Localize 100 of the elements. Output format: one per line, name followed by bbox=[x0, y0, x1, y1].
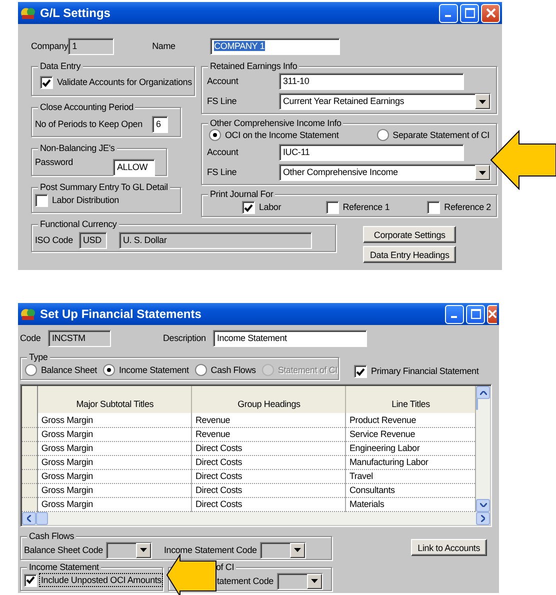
radio-label: Income Statement bbox=[118, 364, 189, 376]
scroll-up-button[interactable] bbox=[476, 386, 490, 399]
window-title: Set Up Financial Statements bbox=[40, 306, 202, 322]
input-field[interactable]: Income Statement bbox=[213, 330, 367, 346]
checkbox[interactable] bbox=[427, 201, 440, 214]
checkbox[interactable] bbox=[354, 365, 367, 378]
radio-label: Separate Statement of CI bbox=[392, 130, 490, 140]
window-title: G/L Settings bbox=[40, 6, 112, 20]
input-field[interactable]: ALLOW bbox=[113, 159, 155, 176]
caret-icon bbox=[475, 165, 490, 180]
arrow-up-icon bbox=[480, 390, 486, 394]
input-field[interactable]: U. S. Dollar bbox=[119, 232, 312, 249]
checkbox-label: Labor bbox=[259, 202, 282, 213]
radio-button[interactable] bbox=[376, 129, 389, 141]
table-cell: Gross Margin bbox=[38, 413, 192, 427]
scroll-down-button[interactable] bbox=[476, 498, 490, 512]
field-label: Account bbox=[207, 147, 240, 158]
table-cell: Gross Margin bbox=[38, 427, 192, 441]
input-field[interactable]: 311-10 bbox=[279, 73, 464, 90]
group-label: Functional Currency bbox=[38, 218, 119, 230]
table-cell: Revenue bbox=[192, 427, 346, 441]
group-label: Type bbox=[27, 351, 50, 363]
group-label: Income Statement bbox=[27, 560, 101, 572]
arrow-right-icon bbox=[481, 514, 485, 522]
radio-button[interactable] bbox=[25, 364, 37, 376]
close-button[interactable] bbox=[487, 304, 497, 324]
dropdown[interactable]: Other Comprehensive Income bbox=[279, 164, 491, 181]
table-cell: Engineering Labor bbox=[346, 441, 476, 455]
minimize-button[interactable] bbox=[439, 4, 458, 22]
caret-icon bbox=[136, 542, 151, 558]
scroll-right-button[interactable] bbox=[476, 512, 490, 524]
input-field[interactable]: USD bbox=[79, 232, 107, 249]
radio-button[interactable] bbox=[102, 364, 115, 376]
group-label: Print Journal For bbox=[208, 188, 276, 200]
checkbox[interactable] bbox=[35, 194, 48, 207]
input-field[interactable]: 6 bbox=[152, 116, 168, 133]
field-label: Password bbox=[35, 157, 74, 168]
table-cell: Direct Costs bbox=[192, 469, 346, 483]
checkbox[interactable] bbox=[40, 76, 53, 89]
field-label: ISO Code bbox=[35, 235, 74, 246]
column-header[interactable]: Line Titles bbox=[346, 386, 476, 413]
row-header[interactable] bbox=[22, 497, 38, 511]
row-header[interactable] bbox=[22, 413, 38, 427]
table-cell: Gross Margin bbox=[38, 455, 192, 469]
app-icon bbox=[20, 307, 36, 321]
radio-label: Cash Flows bbox=[210, 364, 256, 376]
minimize-button[interactable] bbox=[445, 304, 464, 324]
dropdown[interactable]: Current Year Retained Earnings bbox=[279, 93, 491, 110]
horizontal-scrollbar[interactable] bbox=[22, 512, 490, 524]
checkbox[interactable] bbox=[326, 201, 339, 214]
row-header[interactable] bbox=[22, 469, 38, 483]
checkbox-label: Validate Accounts for Organizations bbox=[57, 77, 192, 88]
arrow-down-icon bbox=[480, 503, 486, 507]
column-header[interactable]: Major Subtotal Titles bbox=[38, 386, 192, 413]
input-field[interactable]: INCSTM bbox=[48, 330, 111, 346]
table-cell: Gross Margin bbox=[38, 483, 192, 497]
field-label: Code bbox=[20, 332, 42, 344]
dialog-button[interactable]: Data Entry Headings bbox=[363, 246, 456, 263]
close-icon bbox=[488, 309, 497, 319]
row-header[interactable] bbox=[22, 455, 38, 469]
row-header[interactable] bbox=[22, 441, 38, 455]
radio-button[interactable] bbox=[194, 364, 207, 376]
scroll-thumb[interactable] bbox=[476, 398, 478, 410]
row-header[interactable] bbox=[22, 427, 38, 441]
checkbox[interactable] bbox=[242, 201, 255, 214]
table-cell: Service Revenue bbox=[346, 427, 476, 441]
field-label: Name bbox=[152, 40, 176, 52]
scroll-left-button[interactable] bbox=[22, 512, 36, 524]
group-label: Other Comprehensive Income Info bbox=[208, 117, 344, 129]
maximize-button[interactable] bbox=[466, 304, 485, 324]
checkbox-label: Reference 2 bbox=[444, 202, 491, 213]
radio-button[interactable] bbox=[209, 129, 221, 141]
input-field[interactable]: 1 bbox=[68, 38, 114, 54]
group-label: Retained Earnings Info bbox=[208, 60, 300, 72]
table-cell: Manufacturing Labor bbox=[346, 455, 476, 469]
field-label: Balance Sheet Code bbox=[24, 544, 103, 556]
vertical-scrollbar[interactable] bbox=[476, 386, 490, 512]
group-label: Post Summary Entry To GL Detail bbox=[38, 181, 170, 193]
column-header[interactable]: Group Headings bbox=[192, 386, 346, 413]
checkbox[interactable] bbox=[24, 574, 37, 586]
row-header[interactable] bbox=[22, 483, 38, 497]
checkbox-label: Include Unposted OCI Amounts bbox=[41, 574, 162, 586]
link-button[interactable]: Link to Accounts bbox=[410, 539, 487, 556]
table-cell: Direct Costs bbox=[192, 441, 346, 455]
table-cell: Travel bbox=[346, 469, 476, 483]
group-label: Non-Balancing JE's bbox=[38, 142, 117, 154]
input-field[interactable]: IUC-11 bbox=[279, 144, 464, 161]
table-cell: Revenue bbox=[192, 413, 346, 427]
table-cell: Direct Costs bbox=[192, 497, 346, 511]
input-field[interactable]: COMPANY 1 bbox=[210, 38, 340, 54]
radio-label: OCI on the Income Statement bbox=[225, 130, 339, 140]
field-label: FS Line bbox=[207, 96, 238, 107]
maximize-button[interactable] bbox=[460, 4, 479, 22]
scroll-thumb[interactable] bbox=[36, 512, 48, 524]
caret-icon bbox=[307, 574, 322, 588]
dialog-button[interactable]: Corporate Settings bbox=[363, 226, 456, 243]
field-label: tatement Code bbox=[217, 576, 274, 586]
callout-arrow bbox=[490, 130, 556, 190]
close-button[interactable] bbox=[481, 4, 500, 22]
table-cell: Direct Costs bbox=[192, 455, 346, 469]
